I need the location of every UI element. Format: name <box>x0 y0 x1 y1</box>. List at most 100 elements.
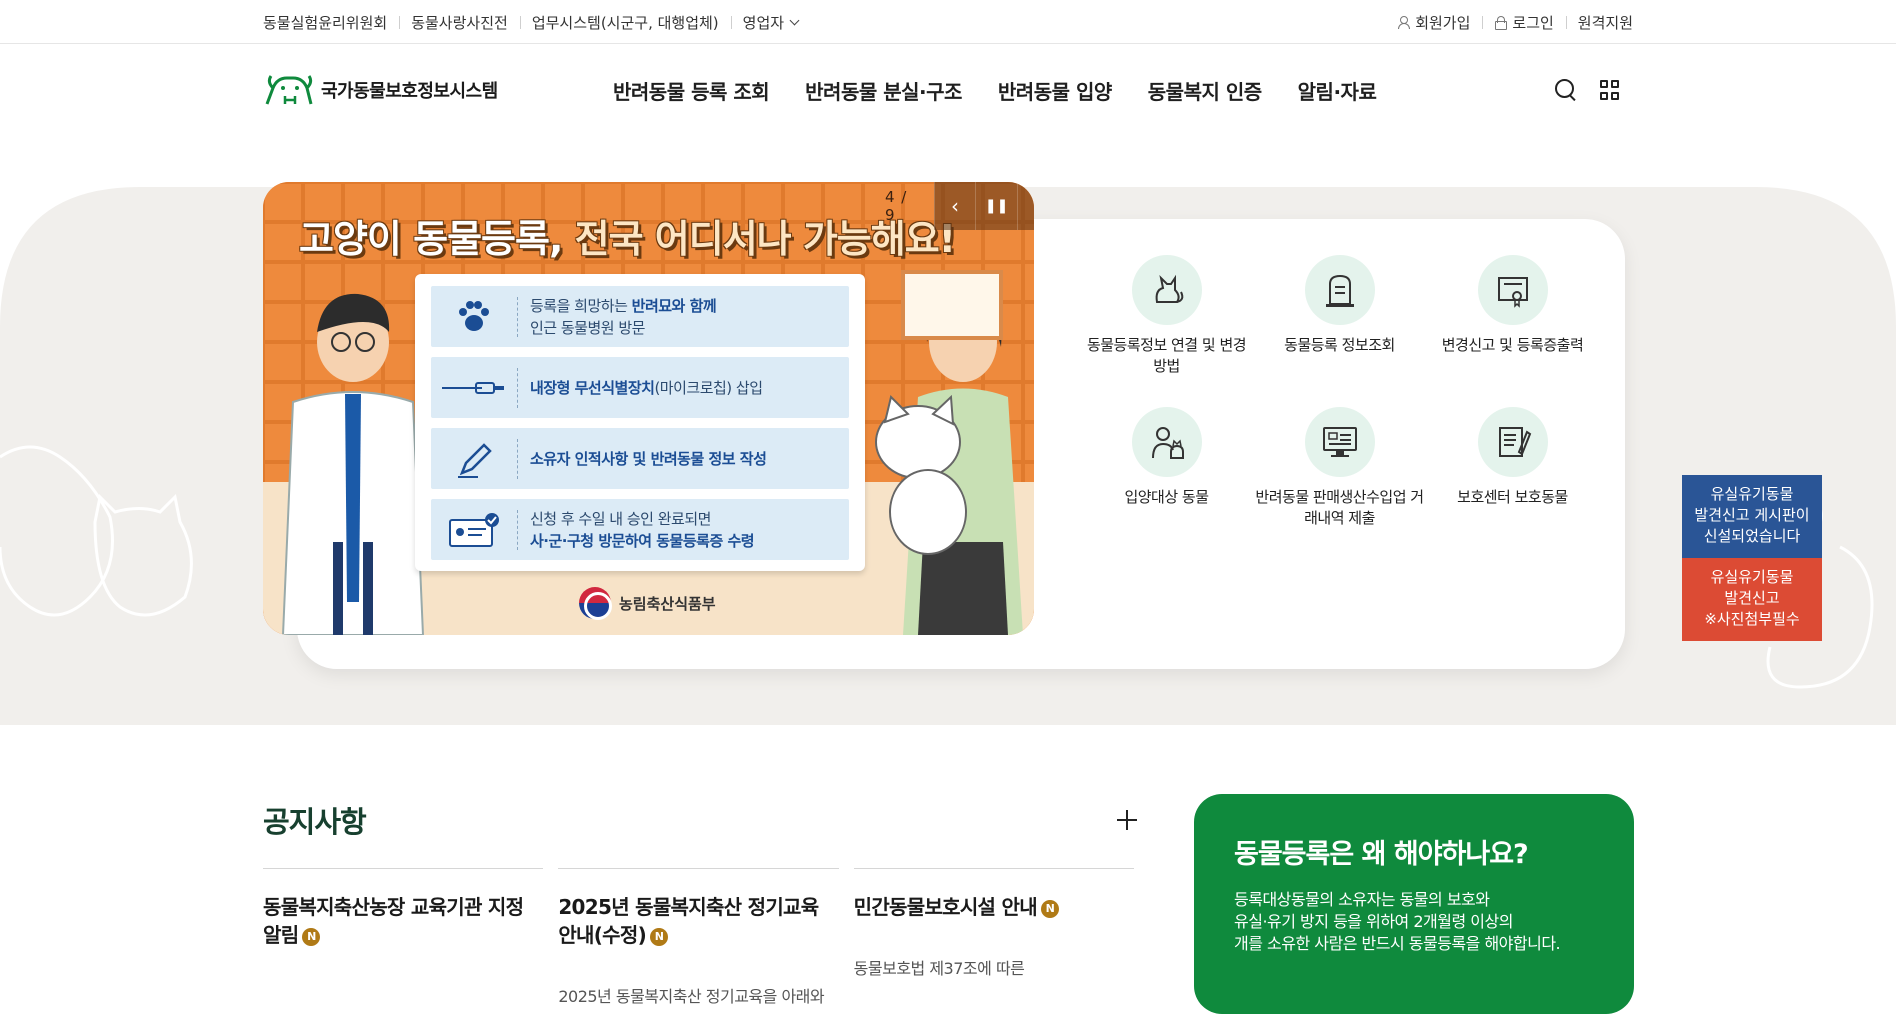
nav-welfare-cert[interactable]: 동물복지 인증 <box>1148 76 1262 105</box>
document-pen-icon <box>1477 407 1548 477</box>
id-card-icon <box>431 512 517 548</box>
main-banner-slide[interactable]: 고양이 동물등록, 전국 어디서나 가능해요! 등록을 희망하는 반려묘와 함께… <box>263 182 1034 635</box>
why-register-line: 개를 소유한 사람은 반드시 동물등록을 해야합니다. <box>1234 934 1561 953</box>
hero-section: 고양이 동물등록, 전국 어디서나 가능해요! 등록을 희망하는 반려묘와 함께… <box>0 127 1896 725</box>
utility-bar: 동물실험윤리위원회 동물사랑사진전 업무시스템(시군구, 대행업체) 영업자 회… <box>0 0 1896 44</box>
notice-section: 공지사항 동물복지축산농장 교육기관 지정 알림 N 2025년 동물복지축산 정… <box>263 790 1149 1007</box>
slide-counter: 4 / 9 <box>885 188 908 224</box>
sitemap-grid-icon[interactable] <box>1597 77 1623 103</box>
quick-link-label: 동물등록정보 연결 및 변경방법 <box>1086 336 1247 375</box>
quick-link-label: 변경신고 및 등록증출력 <box>1441 336 1584 354</box>
ministry-logo: 농림축산식품부 <box>579 587 716 620</box>
step-text-bold: 소유자 인적사항 및 반려동물 정보 작성 <box>530 449 767 468</box>
chevron-left-icon: ‹ <box>951 194 960 218</box>
notice-item-desc: 동물보호법 제37조에 따른 <box>853 959 1025 978</box>
quick-link-label: 반려동물 판매생산수입업 거래내역 제출 <box>1255 488 1424 527</box>
login-link[interactable]: 로그인 <box>1482 12 1565 33</box>
float-text: 발견신고 <box>1724 589 1780 607</box>
paw-icon <box>431 300 517 334</box>
notice-list: 동물복지축산농장 교육기관 지정 알림 N 2025년 동물복지축산 정기교육 안… <box>263 868 1149 1007</box>
why-register-desc: 등록대상동물의 소유자는 동물의 보호와 유실·유기 방지 등을 위하여 2개월… <box>1234 889 1594 955</box>
step-text: (마이크로칩) 삽입 <box>654 378 763 397</box>
notice-item-title: 2025년 동물복지축산 정기교육 안내(수정) <box>558 895 819 947</box>
notice-item[interactable]: 민간동물보호시설 안내 N 동물보호법 제37조에 따른 <box>853 868 1134 1007</box>
lost-animal-board-notice-button[interactable]: 유실유기동물 발견신고 게시판이 신설되었습니다 <box>1682 475 1822 558</box>
util-link-label: 동물사랑사진전 <box>411 13 508 32</box>
logo-animal-icon <box>265 75 313 105</box>
quick-link-sales-records[interactable]: 반려동물 판매생산수입업 거래내역 제출 <box>1253 407 1426 529</box>
quick-link-label: 동물등록 정보조회 <box>1284 336 1395 354</box>
nav-lost-rescue[interactable]: 반려동물 분실·구조 <box>805 76 962 105</box>
why-register-line: 유실·유기 방지 등을 위하여 2개월령 이상의 <box>1234 912 1513 931</box>
quick-link-registration-lookup[interactable]: 동물등록 정보조회 <box>1253 255 1426 377</box>
search-icon[interactable] <box>1553 77 1579 103</box>
utility-links-left: 동물실험윤리위원회 동물사랑사진전 업무시스템(시군구, 대행업체) 영업자 <box>263 12 810 33</box>
taegeuk-emblem-icon <box>579 587 612 620</box>
signup-label: 회원가입 <box>1415 13 1471 32</box>
login-label: 로그인 <box>1512 13 1554 32</box>
notice-item-title: 민간동물보호시설 안내 <box>853 895 1038 919</box>
monitor-icon <box>1304 407 1375 477</box>
slider-controls: 4 / 9 ‹ ❚❚ › <box>885 182 1034 230</box>
nav-pet-registration[interactable]: 반려동물 등록 조회 <box>613 76 770 105</box>
util-link-work-system[interactable]: 업무시스템(시군구, 대행업체) <box>519 12 731 33</box>
notice-item-desc: 2025년 동물복지축산 정기교육을 아래와 <box>558 987 825 1006</box>
float-text: ※사진첨부필수 <box>1704 610 1800 628</box>
notice-item[interactable]: 2025년 동물복지축산 정기교육 안내(수정) N 2025년 동물복지축산 정… <box>558 868 839 1007</box>
chevron-down-icon <box>789 15 800 25</box>
why-register-title: 동물등록은 왜 해야하나요? <box>1234 839 1529 870</box>
site-logo[interactable]: 국가동물보호정보시스템 <box>263 70 613 110</box>
notice-item[interactable]: 동물복지축산농장 교육기관 지정 알림 N <box>263 868 544 1007</box>
nav-adoption[interactable]: 반려동물 입양 <box>998 76 1112 105</box>
step-item: 등록을 희망하는 반려묘와 함께 인근 동물병원 방문 <box>431 286 849 347</box>
float-text: 유실유기동물 <box>1710 485 1794 503</box>
banner-title: 고양이 동물등록, 전국 어디서나 가능해요! <box>299 208 956 263</box>
float-text: 유실유기동물 <box>1710 568 1794 586</box>
new-badge: N <box>650 928 669 946</box>
logo-text: 국가동물보호정보시스템 <box>321 81 498 102</box>
step-text-bold: 반려묘와 함께 <box>631 296 717 315</box>
notice-title: 공지사항 <box>263 805 367 839</box>
util-link-business-dropdown[interactable]: 영업자 <box>730 12 810 33</box>
quick-link-registration-change[interactable]: 동물등록정보 연결 및 변경방법 <box>1080 255 1253 377</box>
new-badge: N <box>1040 900 1059 918</box>
user-icon <box>1397 15 1411 29</box>
header-actions <box>1535 77 1623 103</box>
cat-icon <box>1131 255 1202 325</box>
lock-icon <box>1494 15 1508 30</box>
step-text-bold: 사·군·구청 방문하여 동물등록증 수령 <box>530 531 755 550</box>
util-link-photo-contest[interactable]: 동물사랑사진전 <box>399 12 520 33</box>
lost-animal-report-button[interactable]: 유실유기동물 발견신고 ※사진첨부필수 <box>1682 558 1822 641</box>
remote-support-label: 원격지원 <box>1577 13 1633 32</box>
syringe-icon <box>431 380 517 396</box>
step-item: 소유자 인적사항 및 반려동물 정보 작성 <box>431 428 849 489</box>
quick-link-change-report[interactable]: 변경신고 및 등록증출력 <box>1426 255 1599 377</box>
notice-header: 공지사항 <box>263 790 1149 850</box>
step-text: 신청 후 수일 내 승인 완료되면 <box>530 509 711 528</box>
new-badge: N <box>302 928 321 946</box>
next-slide-button[interactable]: › <box>1016 182 1034 230</box>
float-text: 발견신고 게시판이 <box>1694 506 1810 524</box>
util-link-label: 영업자 <box>742 13 785 32</box>
signup-link[interactable]: 회원가입 <box>1385 12 1482 33</box>
step-text-bold: 내장형 무선식별장치 <box>530 378 655 397</box>
step-item: 신청 후 수일 내 승인 완료되면사·군·구청 방문하여 동물등록증 수령 <box>431 499 849 560</box>
registration-steps-card: 등록을 희망하는 반려묘와 함께 인근 동물병원 방문 내장형 무선식별장치(마이… <box>415 274 865 571</box>
tombstone-icon <box>1304 255 1375 325</box>
person-pet-icon <box>1131 407 1202 477</box>
banner-title-part-a: 고양이 동물등록, <box>299 217 563 261</box>
quick-link-label: 보호센터 보호동물 <box>1457 488 1568 506</box>
remote-support-link[interactable]: 원격지원 <box>1565 12 1633 33</box>
util-link-ethics[interactable]: 동물실험윤리위원회 <box>263 12 399 33</box>
plus-icon[interactable] <box>1117 810 1137 830</box>
step-text: 등록을 희망하는 <box>530 296 632 315</box>
why-register-card[interactable]: 동물등록은 왜 해야하나요? 등록대상동물의 소유자는 동물의 보호와 유실·유… <box>1194 794 1634 1014</box>
pause-slide-button[interactable]: ❚❚ <box>975 182 1017 230</box>
ministry-name: 농림축산식품부 <box>619 594 716 613</box>
certificate-icon <box>1477 255 1548 325</box>
quick-link-adoption-animals[interactable]: 입양대상 동물 <box>1080 407 1253 529</box>
nav-notice-data[interactable]: 알림·자료 <box>1298 76 1377 105</box>
quick-link-shelter-animals[interactable]: 보호센터 보호동물 <box>1426 407 1599 529</box>
prev-slide-button[interactable]: ‹ <box>933 182 976 230</box>
pause-icon: ❚❚ <box>984 198 1009 214</box>
